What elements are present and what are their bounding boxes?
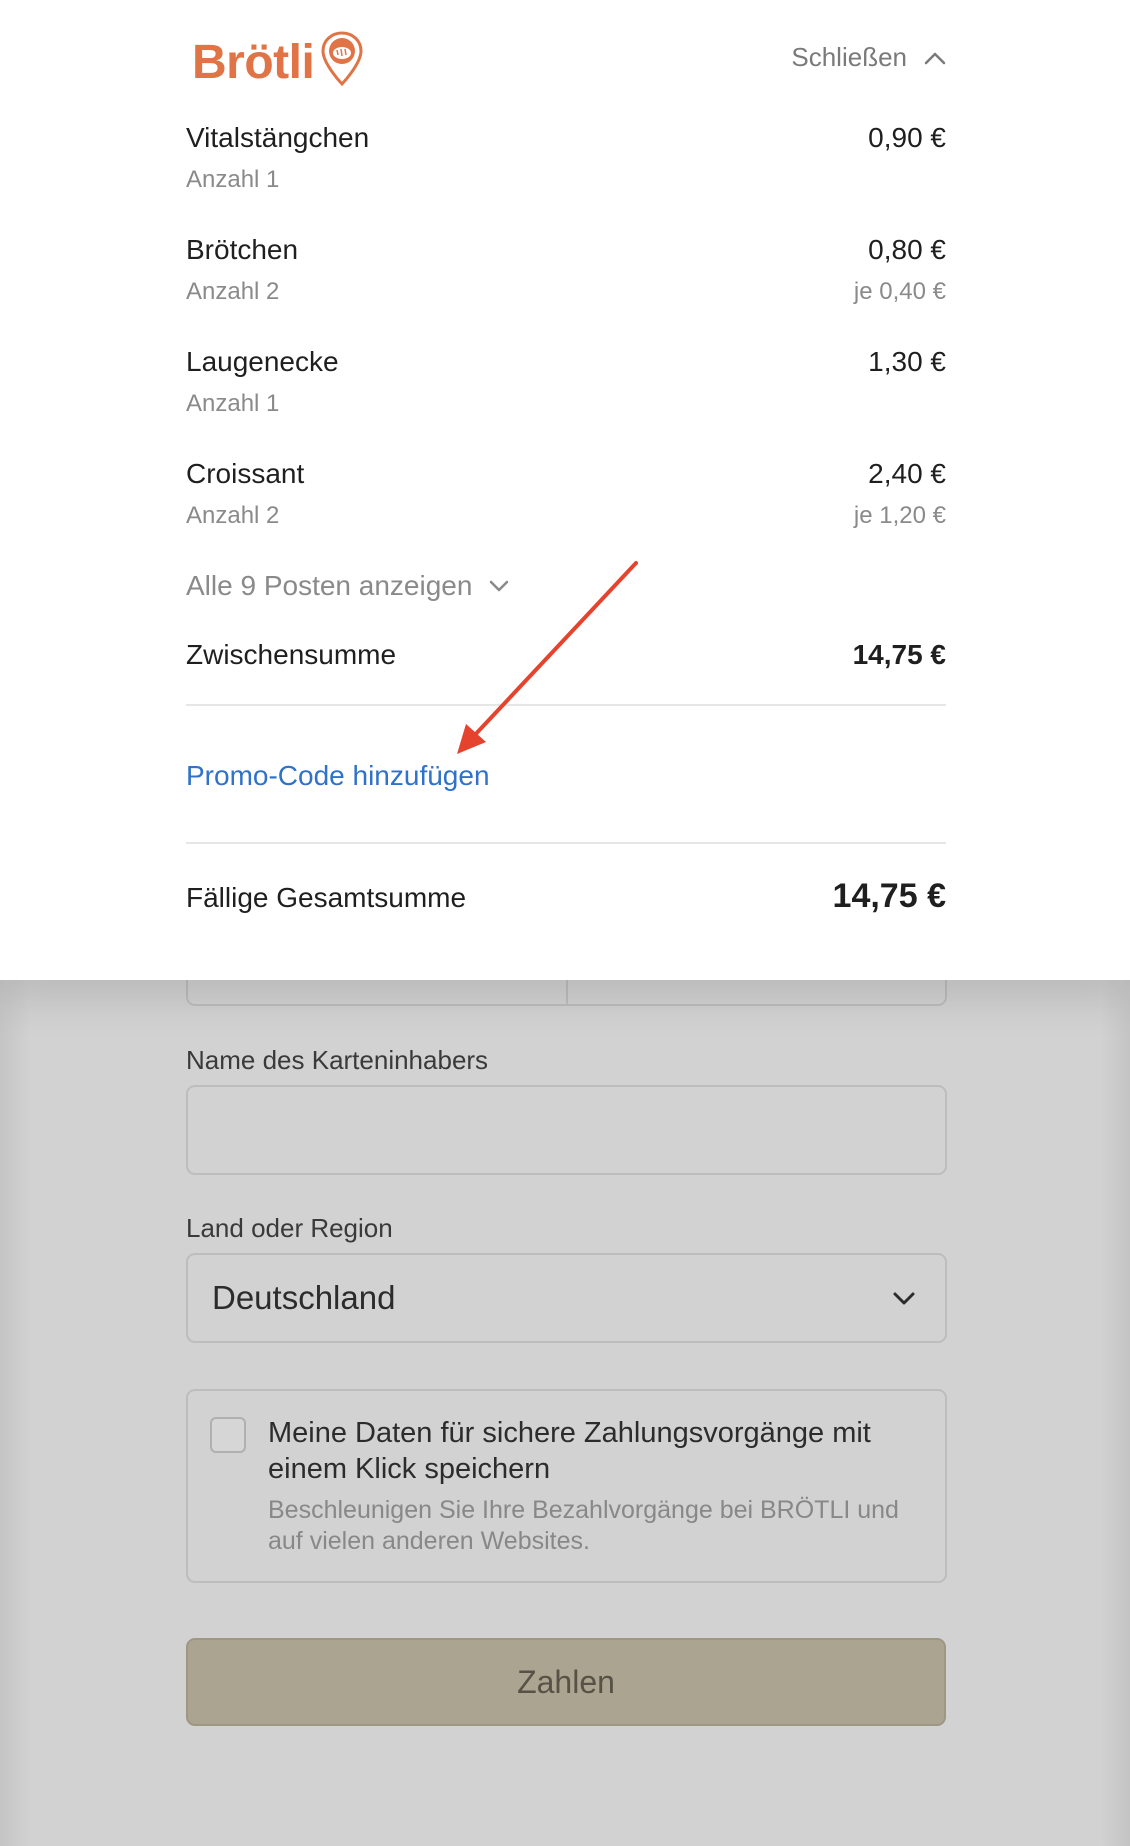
subtotal-value: 14,75 € <box>852 639 946 670</box>
brand-logo: Brötli <box>192 30 364 90</box>
line-item: Brötchen Anzahl 2 0,80 € je 0,40 € <box>186 234 946 314</box>
cardholder-name-input[interactable] <box>186 1085 947 1175</box>
total-due-label: Fällige Gesamtsumme <box>186 882 467 913</box>
save-details-checkbox[interactable] <box>210 1417 246 1453</box>
backdrop-edge-left <box>0 980 30 1846</box>
chevron-down-icon <box>490 580 509 592</box>
line-item: Laugenecke Anzahl 1 1,30 € <box>186 346 946 426</box>
subtotal-label: Zwischensumme <box>186 639 397 670</box>
pay-button[interactable]: Zahlen <box>186 1638 946 1726</box>
item-unit-price: je 1,20 € <box>853 502 946 529</box>
brand-name: Brötli <box>192 36 315 89</box>
country-select-value: Deutschland <box>212 1279 396 1316</box>
location-pin-bread-icon <box>321 31 363 87</box>
cardholder-label: Name des Karteninhabers <box>186 1045 489 1075</box>
line-item: Croissant Anzahl 2 2,40 € je 1,20 € <box>186 458 946 538</box>
divider <box>186 704 946 706</box>
chevron-up-icon <box>924 52 946 64</box>
country-select[interactable]: Deutschland <box>186 1253 947 1343</box>
save-details-box: Meine Daten für sichere Zahlungsvorgänge… <box>186 1389 947 1583</box>
item-quantity: Anzahl 2 <box>186 278 280 305</box>
item-name: Croissant <box>186 458 305 489</box>
item-name: Vitalstängchen <box>186 122 370 153</box>
show-all-items-label: Alle 9 Posten anzeigen <box>186 570 473 601</box>
line-item: Vitalstängchen Anzahl 1 0,90 € <box>186 122 946 202</box>
item-name: Brötchen <box>186 234 299 265</box>
item-price: 0,80 € <box>868 234 946 265</box>
item-price: 1,30 € <box>868 346 946 377</box>
show-all-items-button[interactable]: Alle 9 Posten anzeigen <box>186 570 510 602</box>
item-quantity: Anzahl 2 <box>186 502 280 529</box>
close-summary-button[interactable]: Schließen <box>791 42 947 73</box>
checkout-page: Name des Karteninhabers Land oder Region… <box>0 0 1130 1846</box>
add-promo-code-link[interactable]: Promo-Code hinzufügen <box>186 760 490 792</box>
item-price: 0,90 € <box>868 122 946 153</box>
backdrop-edge-right <box>1100 980 1130 1846</box>
country-label: Land oder Region <box>186 1213 393 1243</box>
save-details-subtitle: Beschleunigen Sie Ihre Bezahlvorgänge be… <box>268 1496 899 1555</box>
item-unit-price: je 0,40 € <box>853 278 946 305</box>
total-due-value: 14,75 € <box>832 877 946 915</box>
item-quantity: Anzahl 1 <box>186 166 280 193</box>
divider <box>186 842 946 844</box>
item-name: Laugenecke <box>186 346 339 377</box>
save-details-title: Meine Daten für sichere Zahlungsvorgänge… <box>268 1417 871 1485</box>
order-summary-sheet: Brötli Schließen Vitalstängchen Anzahl 1… <box>0 0 1130 980</box>
item-quantity: Anzahl 1 <box>186 390 280 417</box>
chevron-down-icon <box>893 1292 915 1305</box>
item-price: 2,40 € <box>868 458 946 489</box>
close-summary-label: Schließen <box>791 42 907 72</box>
